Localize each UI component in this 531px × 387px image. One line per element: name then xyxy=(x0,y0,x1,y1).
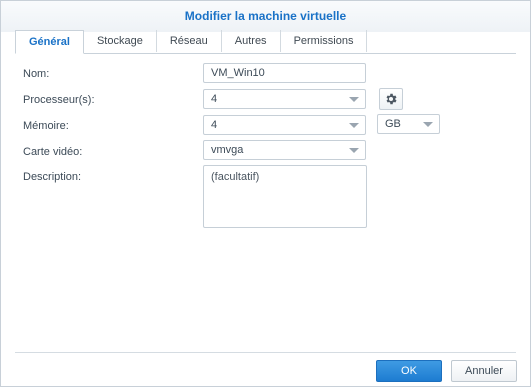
cpu-select[interactable]: 4 xyxy=(203,89,366,109)
memory-label: Mémoire: xyxy=(23,120,69,132)
video-card-label: Carte vidéo: xyxy=(23,146,83,158)
memory-select[interactable]: 4 xyxy=(203,115,366,135)
footer-divider xyxy=(15,352,516,353)
memory-unit-value: GB xyxy=(385,118,401,130)
tab-general[interactable]: Général xyxy=(15,30,84,54)
dialog-title: Modifier la machine virtuelle xyxy=(1,1,530,32)
tab-bar: Général Stockage Réseau Autres Permissio… xyxy=(15,30,516,54)
ok-button[interactable]: OK xyxy=(376,360,442,382)
cpu-label: Processeur(s): xyxy=(23,94,95,106)
name-label: Nom: xyxy=(23,68,50,80)
memory-unit-select[interactable]: GB xyxy=(377,114,440,134)
chevron-down-icon xyxy=(349,123,359,128)
gear-icon xyxy=(386,93,397,105)
tab-network[interactable]: Réseau xyxy=(157,30,222,52)
description-label: Description: xyxy=(23,171,82,183)
edit-vm-dialog: Modifier la machine virtuelle Général St… xyxy=(0,0,531,387)
chevron-down-icon xyxy=(423,122,433,127)
description-textarea[interactable]: (facultatif) xyxy=(203,165,367,228)
chevron-down-icon xyxy=(349,148,359,153)
cpu-settings-button[interactable] xyxy=(379,88,403,110)
video-card-select[interactable]: vmvga xyxy=(203,140,366,160)
cancel-button[interactable]: Annuler xyxy=(451,360,517,382)
tab-others[interactable]: Autres xyxy=(222,30,281,52)
tab-storage[interactable]: Stockage xyxy=(84,30,157,52)
cpu-select-value: 4 xyxy=(211,93,218,105)
video-card-value: vmvga xyxy=(211,144,244,156)
tab-permissions[interactable]: Permissions xyxy=(281,30,368,52)
name-input[interactable]: VM_Win10 xyxy=(203,63,366,83)
memory-select-value: 4 xyxy=(211,119,218,131)
chevron-down-icon xyxy=(349,97,359,102)
